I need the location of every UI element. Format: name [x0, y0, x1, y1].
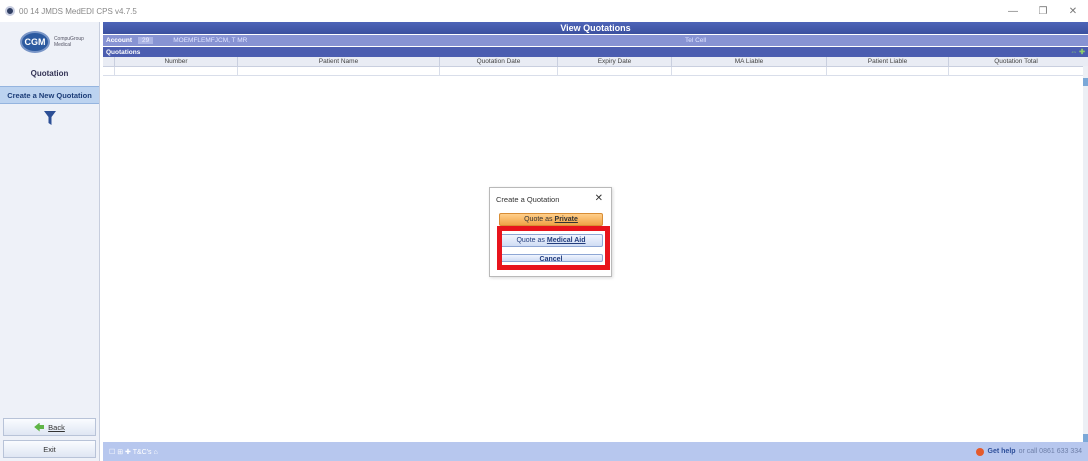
table-header: Number Patient Name Quotation Date Expir…: [103, 57, 1088, 67]
dialog-title: Create a Quotation ✕: [490, 188, 611, 210]
table-cell: [238, 67, 440, 75]
table-row[interactable]: [103, 67, 1088, 76]
cgm-logo: CGM: [20, 31, 50, 53]
exit-button[interactable]: Exit: [3, 440, 96, 458]
footer-bar: ☐ ⊞ ✚ T&C's ⌂ Get help or call 0861 633 …: [103, 442, 1088, 461]
column-ma-liable[interactable]: MA Liable: [672, 57, 827, 66]
quotations-section-bar: Quotations ⇔ ✚: [103, 47, 1088, 57]
window-titlebar: 00 14 JMDS MedEDI CPS v4.7.5 — ❐ ✕: [0, 0, 1088, 22]
quote-as-private-button[interactable]: Quote as Private: [499, 213, 603, 226]
scroll-up-button[interactable]: [1083, 78, 1088, 86]
table-cell: [103, 67, 115, 75]
get-help-link[interactable]: Get help or call 0861 633 334: [975, 447, 1082, 456]
account-number: 29: [138, 37, 154, 44]
scroll-down-button[interactable]: [1083, 434, 1088, 442]
table-cell: [115, 67, 238, 75]
vertical-scrollbar[interactable]: [1083, 66, 1088, 442]
logo-subtext: CompuGroup Medical: [53, 36, 84, 48]
dialog-title-text: Create a Quotation: [496, 194, 560, 204]
table-cell: [949, 67, 1083, 75]
column-patient-name[interactable]: Patient Name: [238, 57, 440, 66]
create-new-quotation-button[interactable]: Create a New Quotation: [0, 86, 99, 104]
section-tools-icon[interactable]: ⇔ ✚: [1070, 48, 1085, 56]
column-patient-liable[interactable]: Patient Liable: [827, 57, 949, 66]
sidebar-heading: Quotation: [30, 68, 69, 78]
quote-private-bold: Private: [554, 216, 578, 223]
highlight-annotation: [497, 226, 610, 270]
page-title: View Quotations: [103, 22, 1088, 34]
footer-tools[interactable]: ☐ ⊞ ✚ T&C's ⌂: [109, 448, 158, 456]
get-help-label: Get help: [987, 448, 1016, 455]
help-icon: [975, 447, 984, 456]
quote-private-prefix: Quote as: [524, 216, 553, 223]
account-bar: Account 29 MOEMFLEMFJCM, T MR Tel Cell: [103, 35, 1088, 46]
back-button[interactable]: Back: [3, 418, 96, 436]
logo-area: CGM CompuGroup Medical: [0, 22, 99, 62]
app-icon: [5, 6, 15, 16]
maximize-button[interactable]: ❐: [1028, 0, 1058, 22]
table-header-spacer: [103, 57, 115, 66]
minimize-button[interactable]: —: [998, 0, 1028, 22]
table-cell: [672, 67, 827, 75]
window-title: 00 14 JMDS MedEDI CPS v4.7.5: [19, 6, 137, 16]
filter-icon[interactable]: [0, 106, 100, 130]
dialog-close-icon[interactable]: ✕: [595, 193, 603, 204]
column-number[interactable]: Number: [115, 57, 238, 66]
table-cell: [440, 67, 558, 75]
column-quotation-total[interactable]: Quotation Total: [949, 57, 1083, 66]
sidebar: CGM CompuGroup Medical Quotation Create …: [0, 22, 100, 461]
account-tel: Tel Cell: [685, 37, 707, 44]
column-quotation-date[interactable]: Quotation Date: [440, 57, 558, 66]
quotations-section-title: Quotations: [106, 48, 141, 56]
close-window-button[interactable]: ✕: [1058, 0, 1088, 22]
table-cell: [827, 67, 949, 75]
filter-icon-svg: [44, 111, 56, 125]
back-arrow-icon: [34, 422, 45, 432]
window-controls: — ❐ ✕: [998, 0, 1088, 22]
account-name: MOEMFLEMFJCM, T MR: [173, 37, 248, 44]
help-phone: or call 0861 633 334: [1018, 448, 1082, 455]
account-label: Account: [106, 37, 132, 44]
table-cell: [558, 67, 672, 75]
column-expiry-date[interactable]: Expiry Date: [558, 57, 672, 66]
back-button-label: Back: [48, 422, 65, 432]
